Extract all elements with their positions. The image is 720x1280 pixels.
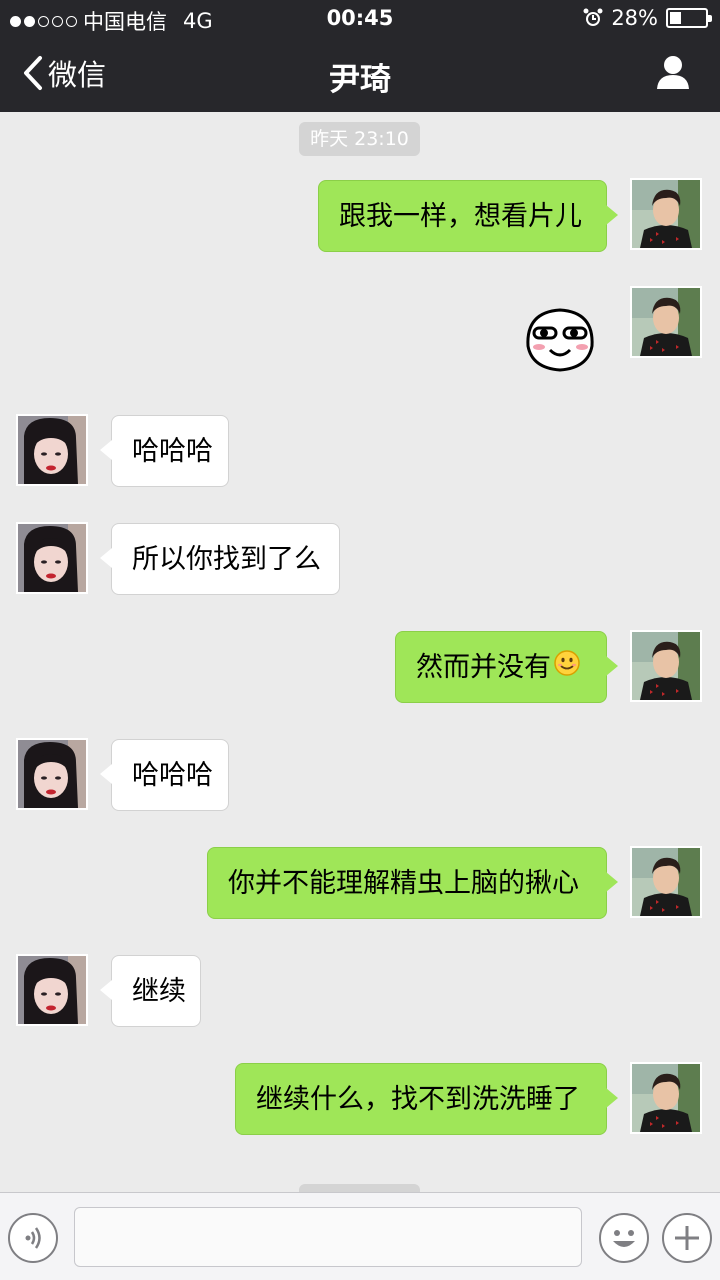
- message-timestamp-partial: [299, 1184, 420, 1192]
- contact-avatar[interactable]: [16, 414, 88, 486]
- message-text: 哈哈哈: [132, 760, 213, 791]
- my-avatar[interactable]: [630, 1062, 702, 1134]
- page-title: 尹琦: [329, 62, 391, 98]
- my-message-bubble[interactable]: 跟我一样，想看片儿: [318, 180, 618, 252]
- chat-area[interactable]: 昨天 23:10 跟我一样，想看片儿 哈哈哈 所以你找到了么 然而并没有 哈哈哈…: [0, 112, 720, 1192]
- status-bar: 中国电信 4G 00:45 28%: [0, 0, 720, 38]
- contact-avatar[interactable]: [16, 738, 88, 810]
- contact-message-bubble[interactable]: 哈哈哈: [100, 739, 229, 811]
- battery-percent: 28%: [611, 6, 658, 30]
- message-input[interactable]: [74, 1207, 582, 1267]
- emoji-face-icon[interactable]: [599, 1213, 649, 1263]
- input-bar: [0, 1192, 720, 1280]
- contact-message-bubble[interactable]: 哈哈哈: [100, 415, 229, 487]
- contact-avatar[interactable]: [16, 522, 88, 594]
- status-right: 28%: [583, 6, 712, 30]
- plus-icon[interactable]: [662, 1213, 712, 1263]
- contact-message-bubble[interactable]: 所以你找到了么: [100, 523, 340, 595]
- message-text: 继续: [132, 976, 186, 1007]
- message-timestamp: 昨天 23:10: [299, 122, 420, 156]
- message-text: 然而并没有: [416, 652, 551, 683]
- my-avatar[interactable]: [630, 178, 702, 250]
- message-text: 所以你找到了么: [132, 544, 321, 575]
- smile-emoji: [553, 633, 581, 705]
- message-text: 你并不能理解精虫上脑的揪心: [228, 868, 579, 899]
- my-avatar[interactable]: [630, 630, 702, 702]
- message-text: 跟我一样，想看片儿: [339, 201, 582, 232]
- message-text: 哈哈哈: [132, 436, 213, 467]
- contact-avatar[interactable]: [16, 954, 88, 1026]
- my-avatar[interactable]: [630, 286, 702, 358]
- my-message-bubble[interactable]: 然而并没有: [395, 631, 618, 705]
- my-message-bubble[interactable]: 你并不能理解精虫上脑的揪心: [207, 847, 618, 919]
- alarm-clock-icon: [583, 8, 603, 28]
- my-message-bubble[interactable]: 继续什么，找不到洗洗睡了: [235, 1063, 618, 1135]
- nav-bar: 微信 尹琦: [0, 38, 720, 112]
- smug-face-sticker[interactable]: [520, 304, 600, 374]
- person-icon[interactable]: [656, 54, 690, 94]
- contact-message-bubble[interactable]: 继续: [100, 955, 201, 1027]
- voice-icon[interactable]: [8, 1213, 58, 1263]
- my-avatar[interactable]: [630, 846, 702, 918]
- message-text: 继续什么，找不到洗洗睡了: [256, 1084, 580, 1115]
- top-bar: 中国电信 4G 00:45 28% 微信 尹琦: [0, 0, 720, 112]
- battery-icon: [666, 8, 712, 28]
